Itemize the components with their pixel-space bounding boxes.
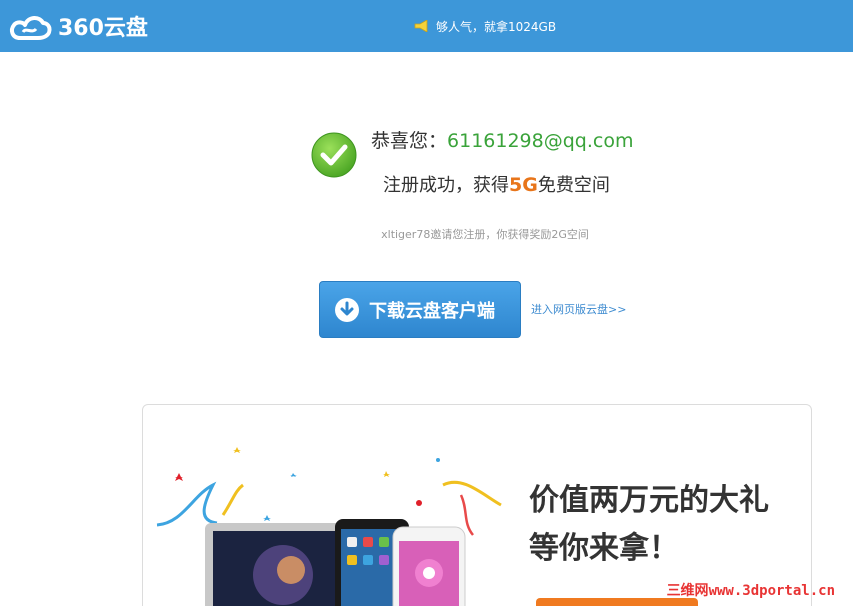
logo[interactable]: 360云盘 bbox=[8, 10, 148, 42]
top-bar: 360云盘 够人气，就拿1024GB bbox=[0, 0, 853, 52]
cloud-logo-icon bbox=[10, 16, 52, 40]
gift-line-1: 价值两万元的大礼 bbox=[529, 483, 769, 518]
gift-headline: 价值两万元的大礼 等你来拿！ bbox=[529, 477, 769, 573]
congrats-prefix: 恭喜您： bbox=[371, 130, 448, 152]
logo-text: 360云盘 bbox=[58, 16, 148, 41]
web-version-link[interactable]: 进入网页版云盘>> bbox=[531, 301, 626, 317]
user-email: 61161298@qq.com bbox=[447, 130, 634, 152]
devices-illustration bbox=[156, 447, 502, 606]
download-icon bbox=[335, 297, 359, 322]
gift-promo-card[interactable]: 价值两万元的大礼 等你来拿！ bbox=[142, 404, 812, 606]
promo-text: 够人气，就拿1024GB bbox=[436, 19, 557, 34]
success-check-icon bbox=[311, 132, 357, 178]
registration-message: 注册成功，获得5G免费空间 bbox=[383, 171, 610, 197]
promo-banner[interactable]: 够人气，就拿1024GB bbox=[414, 16, 556, 36]
download-button-label: 下载云盘客户端 bbox=[369, 300, 495, 322]
congrats-line: 恭喜您：61161298@qq.com bbox=[371, 126, 633, 153]
watermark-url: www.3dportal.cn bbox=[708, 583, 835, 599]
megaphone-icon bbox=[414, 20, 428, 32]
gift-line-2: 等你来拿！ bbox=[529, 531, 679, 566]
reg-highlight: 5G bbox=[509, 174, 538, 196]
watermark-cn: 三维网 bbox=[666, 583, 709, 599]
invite-text: xltiger78邀请您注册，你获得奖励2G空间 bbox=[381, 228, 589, 241]
watermark: 三维网www.3dportal.cn bbox=[667, 580, 835, 600]
reg-suffix: 免费空间 bbox=[537, 175, 610, 196]
download-client-button[interactable]: 下载云盘客户端 bbox=[319, 281, 521, 338]
reg-prefix: 注册成功，获得 bbox=[383, 175, 509, 196]
